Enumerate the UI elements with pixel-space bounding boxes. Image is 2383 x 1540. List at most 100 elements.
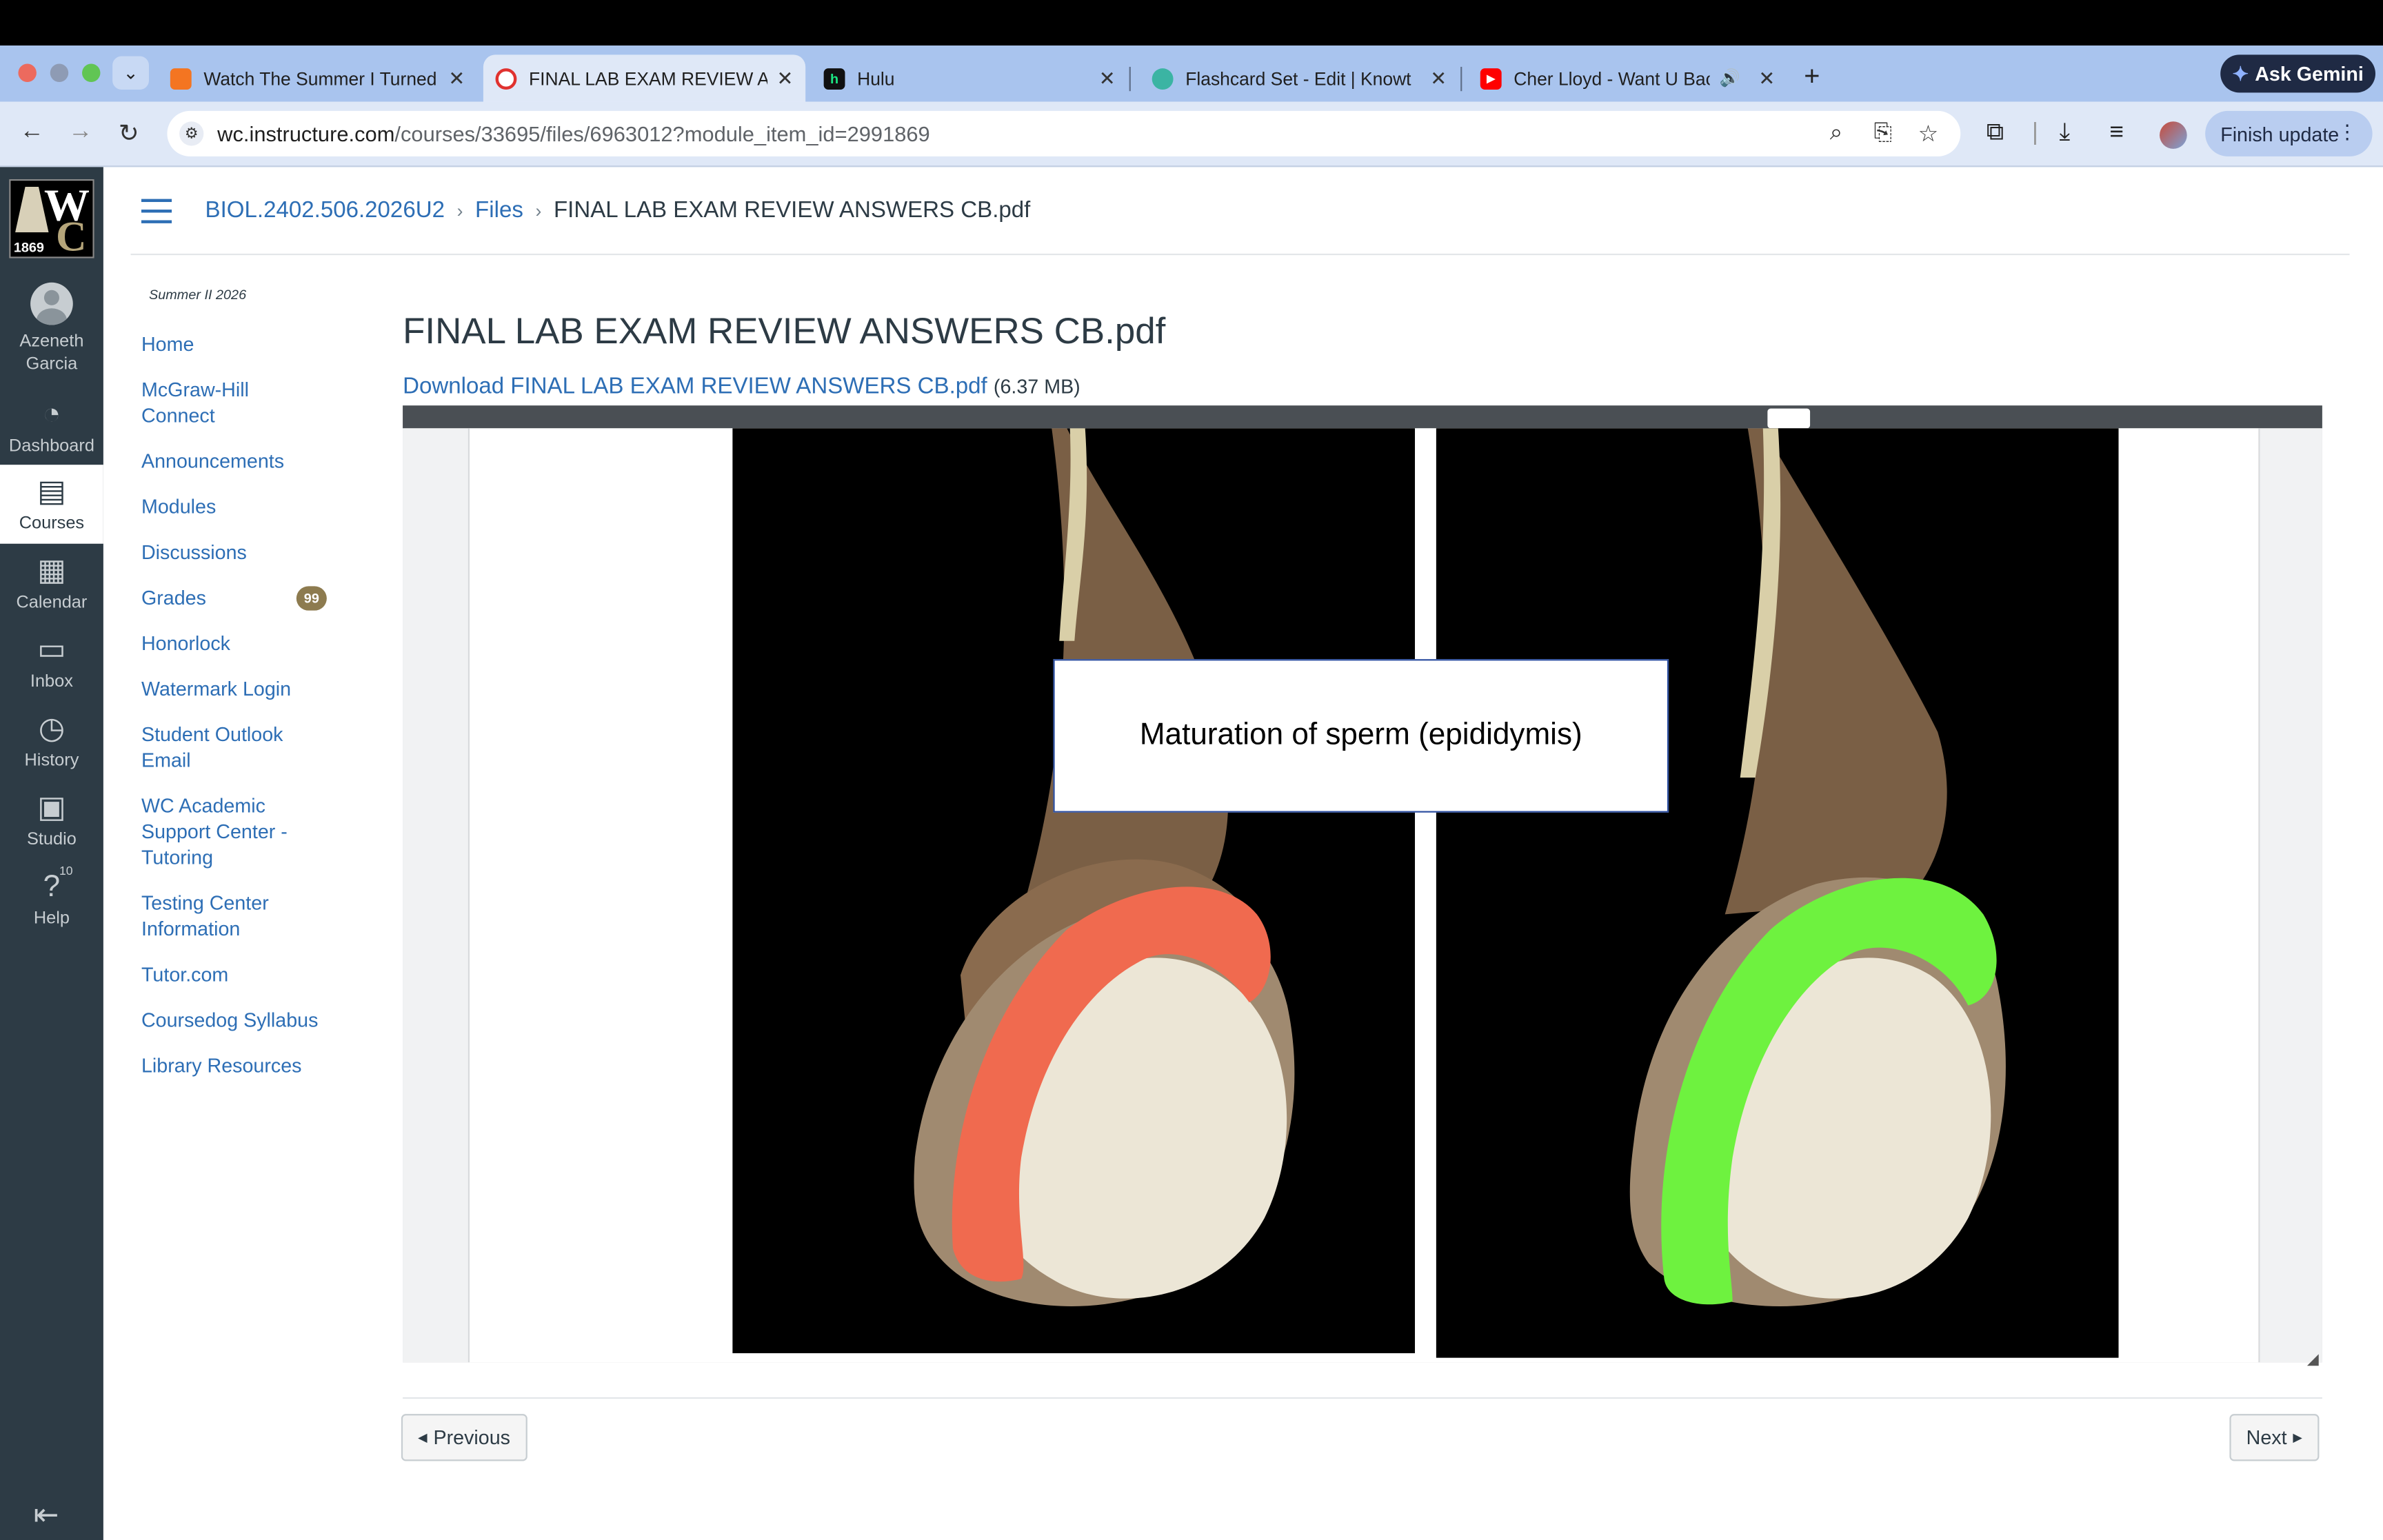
course-nav-watermark[interactable]: Watermark Login (141, 676, 323, 701)
reload-icon[interactable]: ↻ (119, 119, 139, 149)
courses-icon: ▤ (37, 475, 66, 509)
url-text[interactable]: wc.instructure.com/courses/33695/files/6… (217, 121, 930, 145)
close-icon[interactable]: ✕ (1758, 66, 1775, 90)
hamburger-menu-icon[interactable] (141, 199, 172, 223)
testis-left-illustration (914, 428, 1295, 1307)
breadcrumb-course-link[interactable]: BIOL.2402.506.2026U2 (205, 197, 445, 223)
global-nav-account[interactable]: Azeneth Garcia (0, 282, 103, 377)
college-logo[interactable]: W C 1869 (9, 179, 94, 261)
nav-label: Dashboard (8, 437, 94, 456)
tab-title: Hulu (857, 68, 895, 89)
course-nav-outlook[interactable]: Student Outlook Email (141, 722, 323, 773)
next-label: Next (2246, 1426, 2287, 1449)
maximize-window-button[interactable] (82, 63, 101, 82)
header-divider (130, 253, 2350, 256)
tab-knowt[interactable]: Flashcard Set - Edit | Knowt ✕ (1140, 54, 1462, 101)
zoom-icon[interactable]: ⌕ (1830, 120, 1843, 145)
previous-label: Previous (433, 1426, 510, 1449)
global-nav-studio[interactable]: ▣ Studio (0, 791, 103, 849)
pdf-left-margin (403, 428, 470, 1363)
profile-avatar[interactable] (2160, 121, 2187, 149)
hulu-icon: h (823, 68, 845, 89)
site-settings-icon[interactable]: ⚙ (179, 121, 204, 146)
nav-label: Courses (19, 514, 85, 534)
course-nav-discussions[interactable]: Discussions (141, 539, 323, 565)
new-tab-plus-icon[interactable]: + (1804, 61, 1820, 92)
global-nav-courses[interactable]: ▤ Courses (0, 465, 103, 544)
global-nav-inbox[interactable]: ▭ Inbox (0, 634, 103, 691)
pdf-toolbar[interactable] (403, 405, 2322, 429)
gemini-sparkle-icon: ✦ (2232, 61, 2249, 85)
course-nav-mcgraw-hill[interactable]: McGraw-Hill Connect (141, 376, 323, 428)
screen-top-bar (0, 0, 2383, 46)
speaker-icon[interactable]: 🔊 (1720, 68, 1740, 88)
course-nav-syllabus[interactable]: Coursedog Syllabus (141, 1007, 323, 1033)
close-icon[interactable]: ✕ (448, 66, 465, 90)
global-nav-calendar[interactable]: ▦ Calendar (0, 554, 103, 612)
nav-label: Studio (26, 831, 77, 849)
tab-hulu[interactable]: h Hulu ✕ (812, 54, 1131, 101)
close-icon[interactable]: ✕ (1099, 66, 1116, 90)
breadcrumb: BIOL.2402.506.2026U2 › Files › FINAL LAB… (205, 197, 1031, 223)
youtube-icon: ▶ (1480, 68, 1502, 89)
back-arrow-icon[interactable]: ← (20, 119, 44, 146)
caret-right-icon: ▶ (2293, 1430, 2302, 1445)
forward-arrow-icon[interactable]: → (68, 119, 92, 146)
minimize-window-button[interactable] (50, 63, 69, 82)
course-nav-tutor[interactable]: Tutor.com (141, 962, 323, 987)
help-icon: ? (43, 870, 61, 904)
course-nav-academic-support[interactable]: WC Academic Support Center - Tutoring (141, 793, 323, 870)
close-icon[interactable]: ✕ (1430, 66, 1447, 90)
tab-title: Cher Lloyd - Want U Back (1514, 68, 1711, 89)
download-link[interactable]: Download FINAL LAB EXAM REVIEW ANSWERS C… (403, 374, 987, 399)
course-nav-library[interactable]: Library Resources (141, 1053, 323, 1078)
global-nav-help[interactable]: ? Help 10 (0, 864, 103, 929)
anatomy-image-right (1436, 428, 2119, 1358)
anatomy-image-left (732, 428, 1416, 1354)
nav-label: History (24, 751, 79, 771)
download-icon[interactable]: ⤓ (2060, 120, 2071, 148)
collapse-nav-arrow-icon[interactable]: ⇤ (33, 1496, 59, 1534)
course-nav-announcements[interactable]: Announcements (141, 448, 323, 474)
tab-separator (1460, 66, 1462, 92)
course-nav-honorlock[interactable]: Honorlock (141, 630, 323, 656)
global-nav-history[interactable]: ◷ History (0, 712, 103, 770)
url-path: /courses/33695/files/6963012?module_item… (394, 121, 930, 146)
tab-separator (1129, 66, 1131, 92)
canvas-icon (495, 68, 517, 89)
resize-handle-icon[interactable]: ◢ (2307, 1352, 2319, 1368)
finish-update-label: Finish update (2220, 122, 2340, 145)
tab-search-chevron-down-icon[interactable]: ⌄ (112, 56, 150, 90)
bookmark-star-icon[interactable]: ☆ (1918, 120, 1939, 147)
nav-label: Help (33, 909, 70, 929)
tab-crunchyroll[interactable]: Watch The Summer I Turned P ✕ (158, 54, 477, 101)
extensions-puzzle-icon[interactable]: ⧉ (1987, 120, 2004, 148)
next-button[interactable]: Next ▶ (2229, 1414, 2320, 1461)
tab-final-lab-exam[interactable]: FINAL LAB EXAM REVIEW AN ✕ (483, 54, 806, 102)
close-window-button[interactable] (18, 63, 37, 82)
install-app-icon[interactable]: ⎘ (1874, 120, 1892, 145)
more-menu-icon[interactable]: ⋮ (2337, 120, 2357, 144)
page-number-input[interactable] (1767, 408, 1811, 429)
finish-update-button[interactable]: Finish update ⋮ (2205, 110, 2373, 156)
reading-list-icon[interactable]: ≡ (2109, 120, 2124, 148)
close-icon[interactable]: ✕ (777, 66, 794, 90)
course-nav-testing-center[interactable]: Testing Center Information (141, 890, 323, 942)
logo-year: 1869 (13, 240, 44, 256)
tab-youtube[interactable]: ▶ Cher Lloyd - Want U Back 🔊 ✕ (1468, 54, 1787, 101)
page-title: FINAL LAB EXAM REVIEW ANSWERS CB.pdf (403, 311, 1166, 353)
ask-gemini-label: Ask Gemini (2255, 62, 2364, 85)
download-row: Download FINAL LAB EXAM REVIEW ANSWERS C… (403, 374, 1080, 399)
help-badge: 10 (59, 864, 73, 878)
course-nav-home[interactable]: Home (141, 331, 323, 356)
global-nav-dashboard[interactable]: ◔ Dashboard (0, 398, 103, 456)
breadcrumb-files-link[interactable]: Files (475, 197, 523, 223)
tab-title: Flashcard Set - Edit | Knowt (1185, 68, 1411, 89)
nav-label: Inbox (30, 673, 73, 691)
course-nav-modules[interactable]: Modules (141, 494, 323, 519)
toolbar-divider: | (2031, 120, 2039, 146)
logo-c-icon: C (56, 214, 87, 261)
url-host: wc.instructure.com (217, 121, 395, 146)
previous-button[interactable]: ◀ Previous (401, 1414, 527, 1461)
ask-gemini-button[interactable]: ✦ Ask Gemini (2220, 54, 2376, 93)
